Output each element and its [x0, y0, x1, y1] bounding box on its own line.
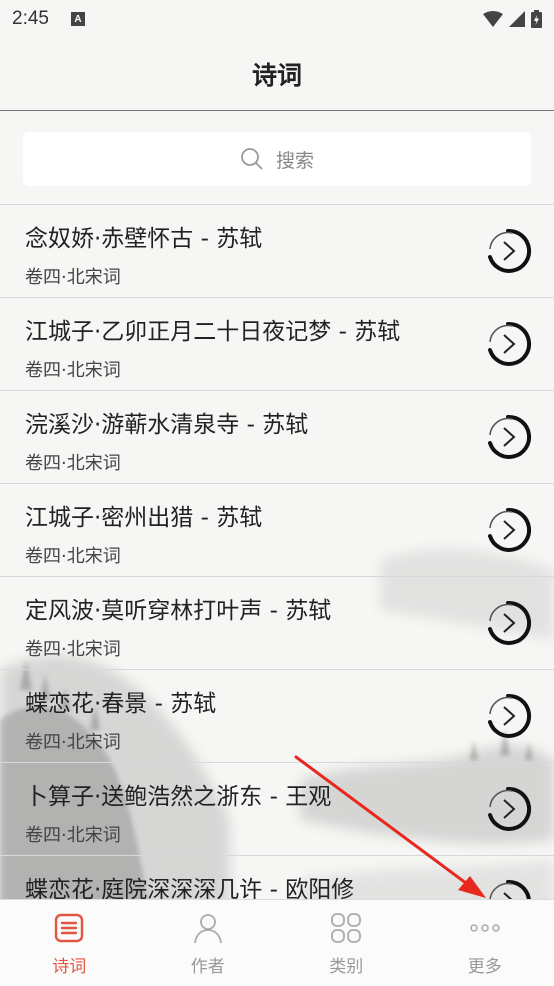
poem-list-item[interactable]: 江城子·密州出猎 - 苏轼 卷四·北宋词: [0, 483, 554, 576]
notification-app-icon: A: [70, 12, 85, 26]
poem-list-item[interactable]: 卜算子·送鲍浩然之浙东 - 王观 卷四·北宋词: [0, 762, 554, 855]
poem-title: 念奴娇·赤壁怀古 - 苏轼: [25, 226, 263, 252]
poem-source: 卷四·北宋词: [25, 546, 121, 567]
grid-icon: [331, 913, 362, 943]
poem-source: 卷四·北宋词: [25, 639, 121, 660]
status-time: 2:45: [12, 8, 49, 29]
app-header: 诗词: [0, 38, 554, 111]
more-dots-icon: [470, 924, 500, 932]
page-title: 诗词: [251, 61, 302, 90]
battery-icon: [531, 10, 542, 28]
chevron-right-circle-icon[interactable]: [484, 227, 532, 275]
poem-list-item[interactable]: 定风波·莫听穿林打叶声 - 苏轼 卷四·北宋词: [0, 576, 554, 669]
poem-list-item[interactable]: 念奴娇·赤壁怀古 - 苏轼 卷四·北宋词: [0, 204, 554, 297]
poem-title: 定风波·莫听穿林打叶声 - 苏轼: [25, 598, 332, 624]
poem-title: 江城子·乙卯正月二十日夜记梦 - 苏轼: [25, 319, 401, 345]
poem-title: 卜算子·送鲍浩然之浙东 - 王观: [25, 784, 332, 810]
tab-authors[interactable]: 作者: [139, 900, 278, 986]
tab-more[interactable]: 更多: [416, 900, 554, 986]
tab-label: 类别: [329, 957, 364, 977]
chevron-right-circle-icon[interactable]: [484, 599, 532, 647]
person-icon: [193, 914, 222, 944]
search-input[interactable]: 搜索: [23, 132, 531, 186]
document-list-icon: [55, 913, 84, 943]
poem-source: 卷四·北宋词: [25, 825, 121, 846]
search-icon: [241, 148, 263, 170]
poem-list-item[interactable]: 浣溪沙·游蕲水清泉寺 - 苏轼 卷四·北宋词: [0, 390, 554, 483]
chevron-right-circle-icon[interactable]: [484, 320, 532, 368]
poem-title: 江城子·密州出猎 - 苏轼: [25, 505, 263, 531]
chevron-right-circle-icon[interactable]: [484, 785, 532, 833]
poem-title: 蝶恋花·春景 - 苏轼: [25, 691, 217, 717]
status-bar: 2:45 A: [0, 0, 554, 38]
tab-label: 作者: [190, 957, 225, 977]
tab-label: 诗词: [52, 957, 87, 977]
tab-categories[interactable]: 类别: [277, 900, 416, 986]
signal-icon: [509, 11, 525, 27]
poem-list-item[interactable]: 江城子·乙卯正月二十日夜记梦 - 苏轼 卷四·北宋词: [0, 297, 554, 390]
chevron-right-circle-icon[interactable]: [484, 692, 532, 740]
poem-list: 念奴娇·赤壁怀古 - 苏轼 卷四·北宋词 江城子·乙卯正月二十日夜记梦 - 苏轼…: [0, 204, 554, 948]
poem-source: 卷四·北宋词: [25, 360, 121, 381]
poem-source: 卷四·北宋词: [25, 732, 121, 753]
tab-label: 更多: [467, 957, 502, 977]
chevron-right-circle-icon[interactable]: [484, 413, 532, 461]
poem-list-item[interactable]: 蝶恋花·春景 - 苏轼 卷四·北宋词: [0, 669, 554, 762]
poem-source: 卷四·北宋词: [25, 453, 121, 474]
search-placeholder: 搜索: [275, 149, 314, 172]
tab-poems[interactable]: 诗词: [0, 900, 139, 986]
poem-title: 浣溪沙·游蕲水清泉寺 - 苏轼: [25, 412, 309, 438]
status-icons: [483, 10, 542, 28]
chevron-right-circle-icon[interactable]: [484, 506, 532, 554]
wifi-icon: [483, 11, 503, 27]
bottom-tab-bar: 诗词 作者 类别 更多: [0, 899, 554, 986]
poem-source: 卷四·北宋词: [25, 267, 121, 288]
search-bar[interactable]: 搜索: [23, 132, 531, 186]
